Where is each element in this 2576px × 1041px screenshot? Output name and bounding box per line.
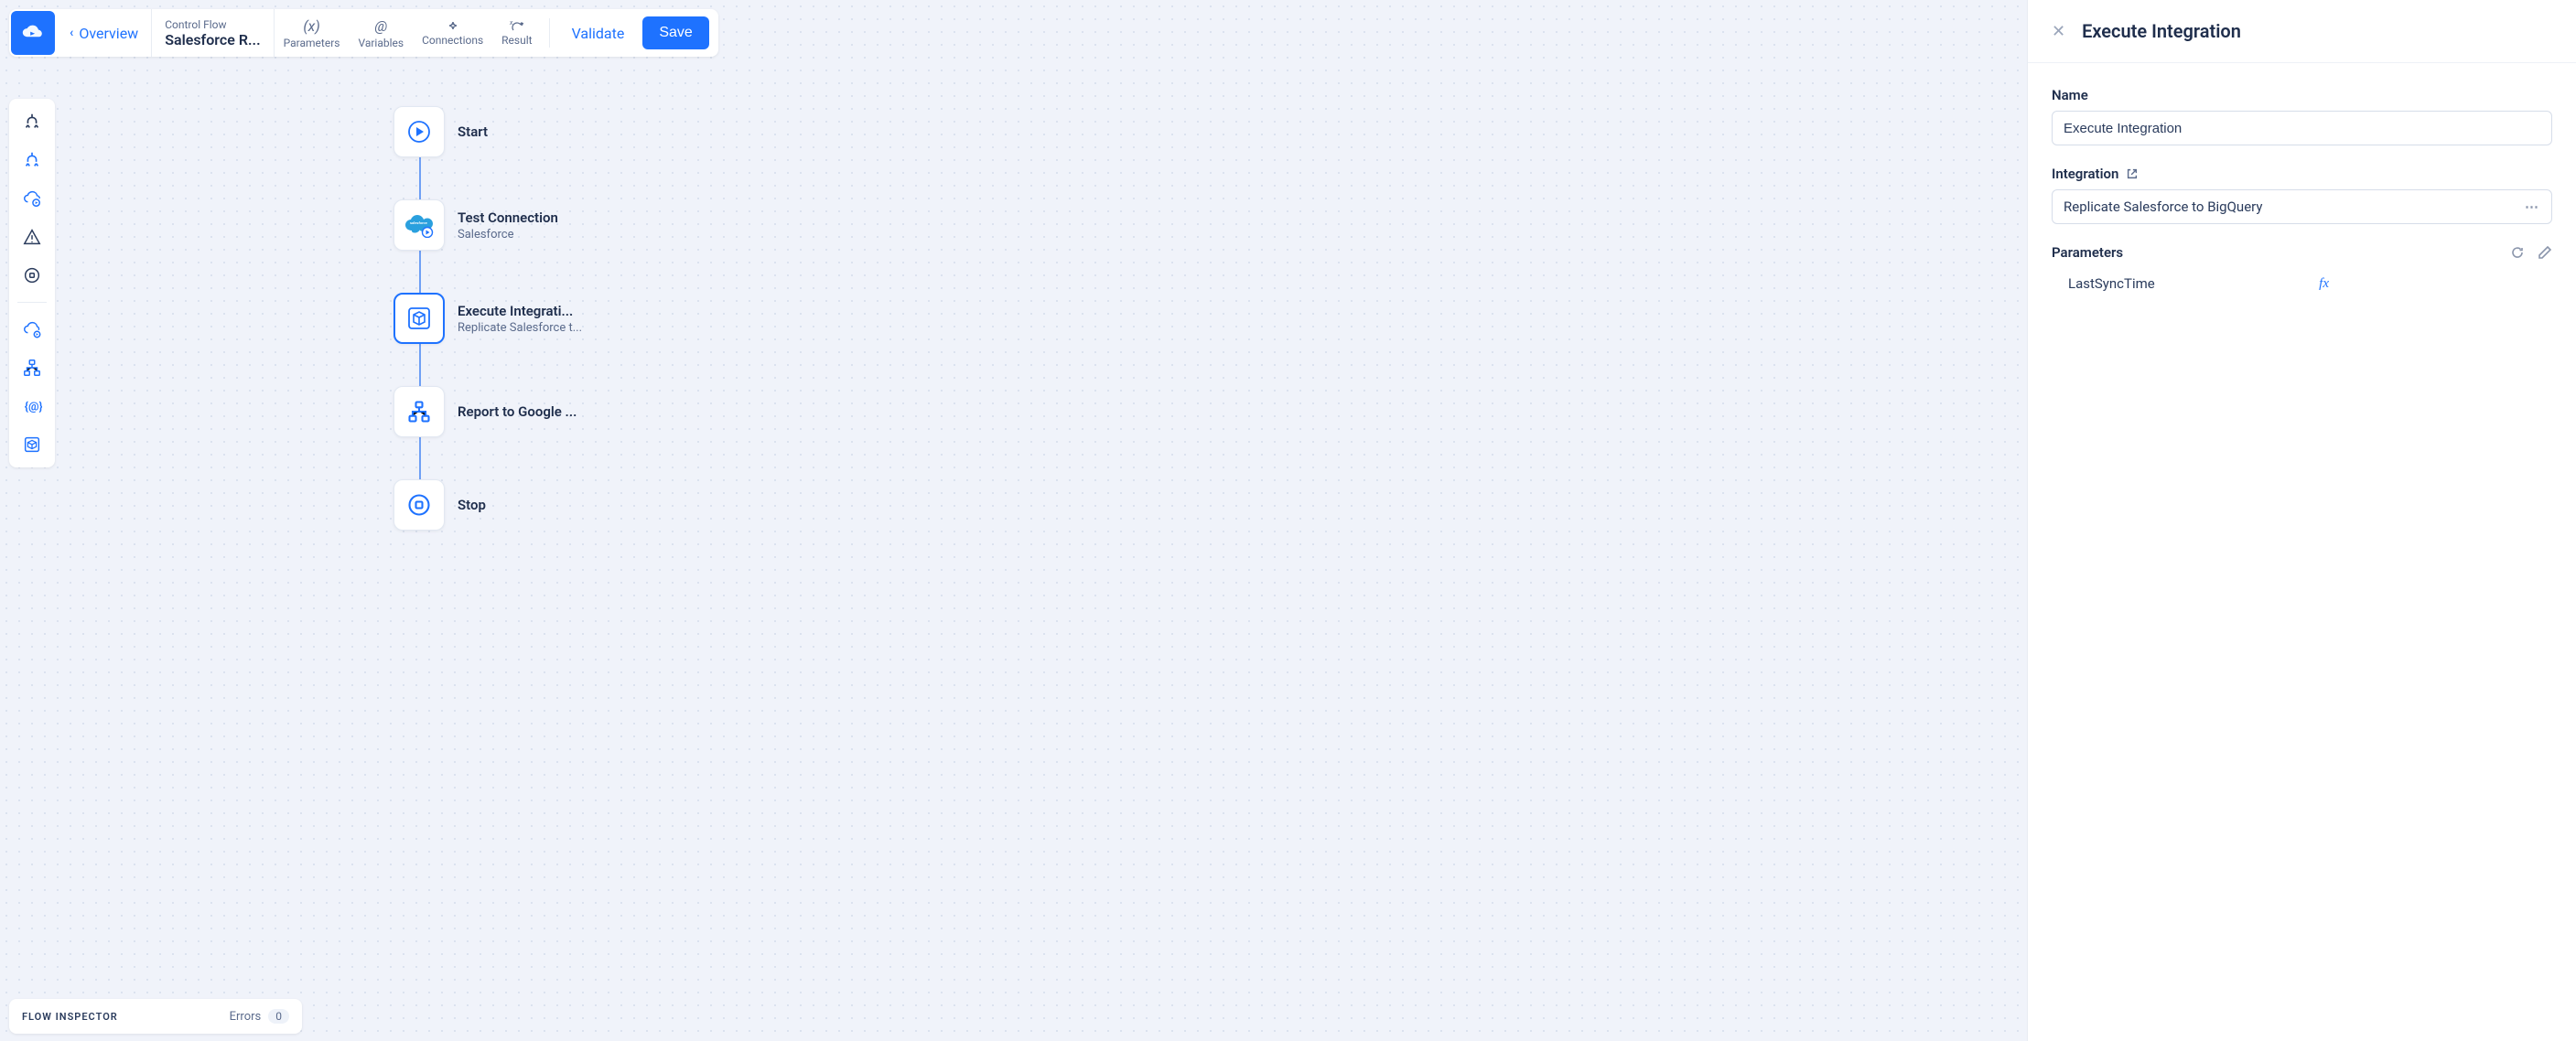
flow-inspector-errors[interactable]: Errors 0 xyxy=(230,1009,289,1024)
flow-node-stop[interactable]: Stop xyxy=(393,479,582,531)
parameter-name: LastSyncTime xyxy=(2068,275,2155,292)
flow-node-test-connection[interactable]: salesforce Test Connection Salesforce xyxy=(393,199,582,251)
more-icon[interactable]: ⋯ xyxy=(2525,199,2540,215)
start-node-icon[interactable] xyxy=(393,106,445,157)
fx-button[interactable]: fx xyxy=(2319,276,2329,292)
svg-text:salesforce: salesforce xyxy=(410,220,428,225)
name-label: Name xyxy=(2052,87,2552,103)
integration-field-group: Integration Replicate Salesforce to BigQ… xyxy=(2052,166,2552,224)
external-link-icon[interactable] xyxy=(2126,167,2139,180)
panel-header: ✕ Execute Integration xyxy=(2028,0,2576,63)
connector-line xyxy=(419,344,421,386)
execute-integration-node-icon[interactable] xyxy=(393,293,445,344)
parameters-label: Parameters xyxy=(2052,244,2123,261)
name-field-group: Name xyxy=(2052,87,2552,145)
integration-value: Replicate Salesforce to BigQuery xyxy=(2064,199,2262,215)
flow-node-start[interactable]: Start xyxy=(393,106,582,157)
connector-line xyxy=(419,157,421,199)
flow-inspector-bar[interactable]: FLOW INSPECTOR Errors 0 xyxy=(9,999,302,1034)
close-icon[interactable]: ✕ xyxy=(2052,22,2065,41)
salesforce-node-icon[interactable]: salesforce xyxy=(393,199,445,251)
details-panel: ✕ Execute Integration Name Integration R… xyxy=(2027,0,2576,1041)
flow-node-report[interactable]: Report to Google ... xyxy=(393,386,582,437)
errors-count-badge: 0 xyxy=(268,1009,289,1024)
parameter-row[interactable]: LastSyncTime fx xyxy=(2052,268,2552,299)
integration-label: Integration xyxy=(2052,166,2552,182)
edit-icon[interactable] xyxy=(2538,245,2552,260)
flow-column: Start salesforce Test Connection Salesfo… xyxy=(393,106,582,531)
flow-canvas[interactable]: Start salesforce Test Connection Salesfo… xyxy=(0,0,2027,1041)
stop-node-icon[interactable] xyxy=(393,479,445,531)
parameters-section: Parameters LastSyncTime fx xyxy=(2052,244,2552,299)
flow-node-execute-integration[interactable]: Execute Integrati... Replicate Salesforc… xyxy=(393,293,582,344)
panel-body: Name Integration Replicate Salesforce to… xyxy=(2028,63,2576,323)
node-subtitle: Salesforce xyxy=(458,228,558,241)
node-title: Report to Google ... xyxy=(458,403,577,420)
refresh-icon[interactable] xyxy=(2510,245,2525,260)
node-title: Start xyxy=(458,123,488,140)
node-title: Stop xyxy=(458,497,486,513)
node-subtitle: Replicate Salesforce t... xyxy=(458,321,582,335)
flow-inspector-title: FLOW INSPECTOR xyxy=(22,1011,118,1023)
integration-select[interactable]: Replicate Salesforce to BigQuery ⋯ xyxy=(2052,189,2552,224)
name-input[interactable] xyxy=(2052,111,2552,145)
connector-line xyxy=(419,437,421,479)
sitemap-node-icon[interactable] xyxy=(393,386,445,437)
node-title: Execute Integrati... xyxy=(458,303,582,319)
node-title: Test Connection xyxy=(458,209,558,226)
connector-line xyxy=(419,251,421,293)
panel-title: Execute Integration xyxy=(2082,20,2241,42)
